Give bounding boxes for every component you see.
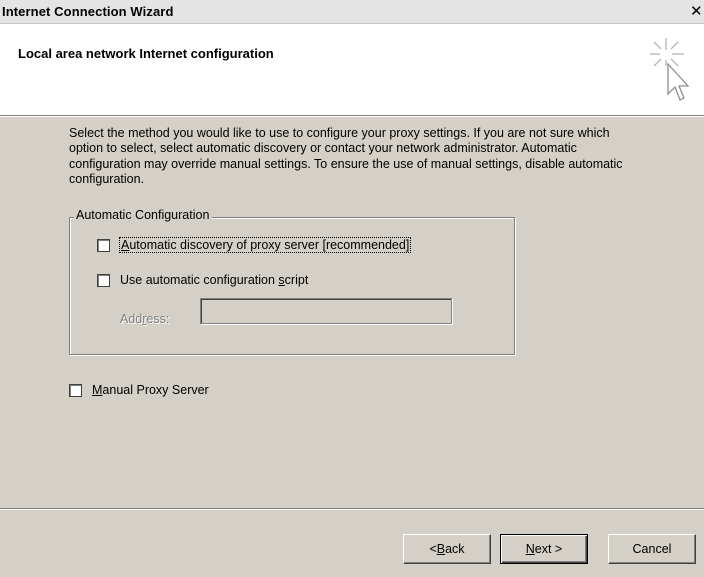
address-input[interactable] xyxy=(200,298,452,324)
title-bar: Internet Connection Wizard ✕ xyxy=(0,0,704,24)
auto-discovery-checkbox-row[interactable]: Automatic discovery of proxy server [rec… xyxy=(97,237,412,253)
auto-script-checkbox[interactable] xyxy=(97,273,110,287)
auto-script-label-rest: cript xyxy=(284,273,309,287)
auto-discovery-label: Automatic discovery of proxy server [rec… xyxy=(118,237,412,253)
manual-proxy-checkbox-row[interactable]: Manual Proxy Server xyxy=(69,383,209,397)
next-button[interactable]: Next > xyxy=(500,534,588,564)
window-title: Internet Connection Wizard xyxy=(2,4,174,19)
auto-script-label: Use automatic configuration script xyxy=(120,273,308,287)
back-accel: B xyxy=(436,542,446,556)
manual-proxy-label: Manual Proxy Server xyxy=(92,383,209,397)
auto-discovery-checkbox[interactable] xyxy=(97,238,110,252)
auto-discovery-label-rest: utomatic discovery of proxy server [reco… xyxy=(129,238,410,252)
manual-proxy-accel: M xyxy=(92,383,103,397)
back-button-label: ack xyxy=(445,542,465,556)
wizard-header: Local area network Internet configuratio… xyxy=(0,24,704,116)
manual-proxy-label-rest: anual Proxy Server xyxy=(102,383,209,397)
next-button-label: ext > xyxy=(534,542,563,556)
header-separator xyxy=(0,116,704,117)
next-accel: N xyxy=(525,542,535,556)
auto-script-label-pre: Use automatic configuration xyxy=(120,273,279,287)
cancel-button-label: Cancel xyxy=(632,542,672,556)
address-label: Address: xyxy=(120,312,169,326)
address-label-rest: ess: xyxy=(146,312,170,326)
back-button[interactable]: < Back xyxy=(403,534,491,564)
cancel-button[interactable]: Cancel xyxy=(608,534,696,564)
auto-script-checkbox-row[interactable]: Use automatic configuration script xyxy=(97,273,308,287)
manual-proxy-checkbox[interactable] xyxy=(69,383,82,397)
back-button-prefix: < xyxy=(429,542,437,556)
footer-separator xyxy=(0,508,704,510)
page-title: Local area network Internet configuratio… xyxy=(18,46,274,61)
close-button[interactable]: ✕ xyxy=(690,3,704,21)
intro-text: Select the method you would like to use … xyxy=(69,126,623,187)
wizard-cursor-sparkle-icon xyxy=(650,38,690,101)
address-label-pre: Add xyxy=(120,312,143,326)
automatic-configuration-legend: Automatic Configuration xyxy=(74,208,213,222)
